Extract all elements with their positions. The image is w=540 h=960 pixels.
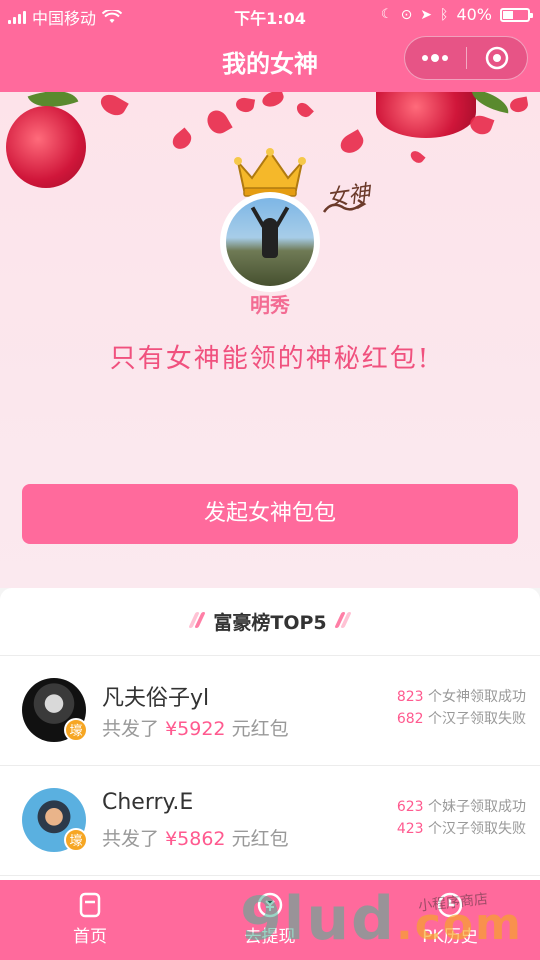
history-icon — [437, 892, 463, 918]
petal-decoration — [97, 92, 129, 120]
leaderboard-row[interactable]: 壕 凡夫俗子yl 共发了 ¥5922 元红包 823 个女神领取成功 682 个… — [0, 656, 540, 766]
slash-decoration — [333, 611, 352, 632]
avatar-figure-arm — [274, 206, 290, 228]
bluetooth-icon: ᛒ — [440, 6, 449, 23]
success-count: 823 — [396, 689, 424, 705]
home-icon — [79, 892, 101, 918]
tab-withdraw-label: 去提现 — [244, 927, 296, 947]
rich-badge-icon: 壕 — [64, 828, 88, 852]
claim-stats: 823 个女神领取成功 682 个汉子领取失败 — [397, 686, 526, 730]
tab-bar: 首页 去提现 PK历史 — [0, 880, 540, 960]
sent-prefix: 共发了 — [102, 828, 160, 850]
leaderboard-row[interactable]: 壕 Cherry.E 共发了 ¥5862 元红包 623 个妹子领取成功 423… — [0, 766, 540, 876]
sent-summary: 共发了 ¥5922 元红包 — [102, 714, 289, 741]
petal-decoration — [337, 129, 367, 157]
fail-label: 个汉子领取失败 — [428, 821, 526, 837]
rich-badge-icon: 壕 — [64, 718, 88, 742]
wallet-icon — [257, 892, 283, 918]
tab-withdraw[interactable]: 去提现 — [180, 880, 360, 960]
fail-stat: 423 个汉子领取失败 — [397, 818, 526, 840]
petal-decoration — [234, 96, 256, 114]
rose-decoration — [6, 106, 86, 188]
tab-home-label: 首页 — [73, 927, 107, 947]
fail-count: 423 — [396, 821, 424, 837]
target-close-icon — [485, 46, 508, 70]
leaderboard-header: 富豪榜TOP5 — [0, 588, 540, 656]
slash-decoration — [188, 611, 207, 632]
user-name: 凡夫俗子yl — [102, 686, 210, 711]
goddess-tag: 女神 — [324, 181, 372, 212]
mini-program-capsule — [404, 36, 528, 80]
petal-decoration — [260, 92, 286, 110]
tab-home[interactable]: 首页 — [0, 880, 180, 960]
sent-amount: ¥5862 — [165, 828, 226, 850]
petal-decoration — [169, 127, 195, 153]
battery-icon — [500, 7, 533, 22]
goddess-avatar-image — [226, 198, 314, 286]
sent-suffix: 元红包 — [231, 828, 289, 850]
sent-suffix: 元红包 — [231, 718, 289, 740]
petal-decoration — [294, 100, 314, 120]
fail-count: 682 — [396, 711, 424, 727]
slogan-text: 只有女神能领的神秘红包! — [109, 344, 431, 374]
moon-icon: ☾ — [380, 7, 393, 22]
fail-stat: 682 个汉子领取失败 — [397, 708, 526, 730]
more-button[interactable] — [405, 37, 466, 79]
success-count: 623 — [396, 799, 424, 815]
status-bar: 中国移动 下午1:04 ☾ ⊙ ➤ ᛒ 40% — [0, 0, 540, 30]
location-icon: ➤ — [420, 6, 433, 23]
goddess-name: 明秀 — [250, 293, 290, 317]
success-stat: 623 个妹子领取成功 — [397, 796, 526, 818]
tab-pk-history-label: PK历史 — [422, 927, 478, 947]
battery-percent: 40% — [456, 5, 492, 24]
crown-icon — [234, 148, 306, 197]
success-label: 个女神领取成功 — [428, 689, 526, 705]
petal-decoration — [408, 148, 426, 166]
petal-decoration — [508, 96, 530, 114]
fail-label: 个汉子领取失败 — [428, 711, 526, 727]
sent-prefix: 共发了 — [102, 718, 160, 740]
rotation-lock-icon: ⊙ — [400, 6, 413, 23]
petal-decoration — [203, 106, 233, 138]
battery-fill — [503, 10, 514, 19]
close-button[interactable] — [467, 37, 528, 79]
title-bar: 我的女神 — [0, 30, 540, 92]
start-goddess-packet-button[interactable]: 发起女神包包 — [22, 484, 518, 544]
user-name: Cherry.E — [102, 790, 194, 815]
sent-amount: ¥5922 — [165, 718, 226, 740]
sent-summary: 共发了 ¥5862 元红包 — [102, 824, 289, 851]
hero-section: 女神 明秀 只有女神能领的神秘红包! 发起女神包包 — [0, 92, 540, 588]
rich-leaderboard: 富豪榜TOP5 壕 凡夫俗子yl 共发了 ¥5922 元红包 823 个女神领取… — [0, 588, 540, 880]
leaderboard-title: 富豪榜TOP5 — [213, 612, 327, 634]
success-label: 个妹子领取成功 — [428, 799, 526, 815]
goddess-avatar — [220, 192, 320, 292]
avatar-figure-arm — [250, 206, 266, 228]
success-stat: 823 个女神领取成功 — [397, 686, 526, 708]
claim-stats: 623 个妹子领取成功 423 个汉子领取失败 — [397, 796, 526, 840]
tab-pk-history[interactable]: PK历史 — [360, 880, 540, 960]
rose-decoration — [376, 92, 476, 138]
more-dots-icon — [422, 54, 449, 62]
